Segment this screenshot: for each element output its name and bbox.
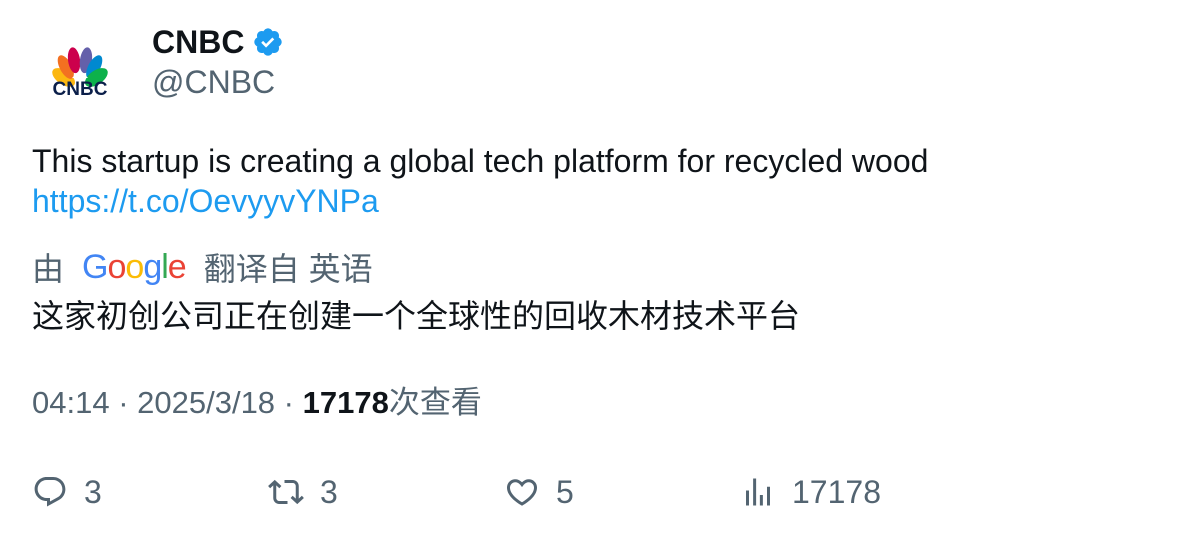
cnbc-peacock-logo: CNBC — [52, 47, 108, 100]
tweet-link[interactable]: https://t.co/OevyyvYNPa — [32, 181, 1162, 221]
meta-separator: · — [275, 385, 303, 420]
google-logo[interactable]: Google — [82, 248, 187, 287]
translation-attribution: 由 Google 翻译自 英语 — [32, 246, 373, 288]
like-button[interactable]: 5 — [504, 470, 574, 514]
tweet-meta: 04:14 · 2025/3/18 · 17178次查看 — [32, 383, 482, 423]
translation-prefix: 由 — [32, 251, 65, 287]
translated-text: 这家初创公司正在创建一个全球性的回收木材技术平台 — [32, 298, 801, 334]
action-bar: 3 3 5 17178 — [32, 470, 1162, 514]
author-name-row[interactable]: CNBC — [152, 22, 284, 62]
verified-badge-icon[interactable] — [252, 26, 284, 58]
heart-icon — [504, 474, 540, 510]
meta-separator: · — [109, 385, 138, 420]
retweet-count: 3 — [320, 473, 338, 510]
views-button[interactable]: 17178 — [740, 470, 881, 514]
reply-button[interactable]: 3 — [32, 470, 102, 514]
tweet-date[interactable]: 2025/3/18 — [137, 385, 275, 420]
avatar-logo-text: CNBC — [53, 79, 108, 100]
tweet-card: CNBC CNBC @CNBC This startup is creating… — [0, 0, 1196, 538]
tweet-text: This startup is creating a global tech p… — [32, 141, 1162, 221]
views-label: 次查看 — [388, 385, 482, 420]
bar-chart-icon — [740, 474, 776, 510]
author-display-name[interactable]: CNBC — [152, 22, 244, 62]
reply-icon — [32, 474, 68, 510]
views-count: 17178 — [302, 385, 389, 420]
retweet-icon — [268, 474, 304, 510]
tweet-body: This startup is creating a global tech p… — [32, 143, 929, 179]
avatar[interactable]: CNBC — [32, 26, 128, 122]
translation-suffix: 翻译自 英语 — [203, 251, 373, 287]
views-action-count: 17178 — [792, 473, 881, 510]
tweet-time[interactable]: 04:14 — [32, 385, 110, 420]
retweet-button[interactable]: 3 — [268, 470, 338, 514]
author-handle[interactable]: @CNBC — [152, 62, 275, 102]
reply-count: 3 — [84, 473, 102, 510]
like-count: 5 — [556, 473, 574, 510]
